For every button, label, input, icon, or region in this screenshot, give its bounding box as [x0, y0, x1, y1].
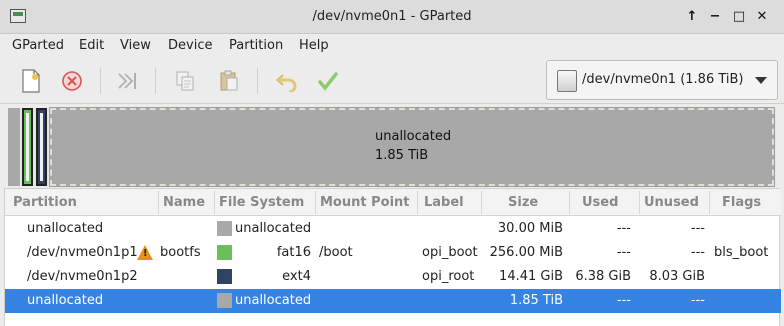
- apply-button[interactable]: [314, 67, 342, 95]
- device-selector[interactable]: /dev/nvme0n1 (1.86 TiB): [546, 60, 778, 100]
- apply-icon: [318, 72, 338, 91]
- diskmap-segment-unallocated-start[interactable]: [8, 108, 20, 186]
- menu-bar: GParted Edit View Device Partition Help: [0, 34, 784, 58]
- delete-partition-button[interactable]: [58, 67, 86, 95]
- harddisk-icon: [557, 70, 577, 92]
- undo-icon: [275, 74, 297, 92]
- close-button[interactable]: ✕: [753, 8, 771, 26]
- cell-unused: 8.03 GiB: [649, 269, 705, 284]
- menu-gparted[interactable]: GParted: [12, 38, 64, 53]
- paste-icon: [220, 70, 238, 91]
- cell-partition: unallocated: [27, 221, 104, 236]
- cell-size: 1.85 TiB: [509, 293, 563, 308]
- cell-file-system: unallocated: [235, 221, 312, 236]
- cell-used: ---: [616, 293, 631, 308]
- paste-button[interactable]: [215, 67, 243, 95]
- table-row-selected[interactable]: unallocated unallocated 1.85 TiB --- ---: [5, 289, 781, 313]
- minimize-button[interactable]: −: [706, 8, 724, 26]
- disk-map: unallocated 1.85 TiB: [8, 107, 776, 187]
- menu-view[interactable]: View: [120, 38, 151, 53]
- cell-size: 256.00 MiB: [489, 245, 563, 260]
- resize-move-icon: [118, 73, 136, 89]
- diskmap-segment-unallocated-end[interactable]: unallocated 1.85 TiB: [49, 107, 775, 187]
- column-partition[interactable]: Partition: [13, 195, 77, 210]
- table-header: Partition Name File System Mount Point L…: [5, 189, 781, 216]
- cell-name: bootfs: [160, 245, 201, 260]
- column-label[interactable]: Label: [424, 195, 464, 210]
- diskmap-segment-size: 1.85 TiB: [375, 148, 429, 163]
- new-icon: [22, 69, 40, 93]
- column-used[interactable]: Used: [582, 195, 618, 210]
- column-flags[interactable]: Flags: [722, 195, 761, 210]
- cell-unused: ---: [690, 293, 705, 308]
- column-unused[interactable]: Unused: [644, 195, 699, 210]
- fs-color-swatch: [217, 269, 232, 284]
- menu-edit[interactable]: Edit: [79, 38, 104, 53]
- menu-help[interactable]: Help: [299, 38, 329, 53]
- diskmap-segment-nvme0n1p2[interactable]: [36, 108, 47, 186]
- fs-color-swatch: [217, 221, 232, 236]
- cell-partition: unallocated: [27, 293, 104, 308]
- chevron-down-icon: [755, 77, 767, 84]
- cell-used: 6.38 GiB: [575, 269, 631, 284]
- copy-icon: [176, 71, 194, 91]
- column-name[interactable]: Name: [163, 195, 205, 210]
- table-row[interactable]: /dev/nvme0n1p2 ext4 opi_root 14.41 GiB 6…: [5, 265, 781, 289]
- fs-color-swatch: [217, 293, 232, 308]
- warning-icon: !: [137, 245, 153, 260]
- keep-above-button[interactable]: ↑: [683, 8, 701, 26]
- undo-button[interactable]: [272, 67, 300, 95]
- diskmap-segment-nvme0n1p1[interactable]: [22, 108, 33, 186]
- menu-device[interactable]: Device: [168, 38, 212, 53]
- copy-button[interactable]: [171, 67, 199, 95]
- title-bar: /dev/nvme0n1 - GParted ↑ − □ ✕: [0, 0, 784, 34]
- maximize-button[interactable]: □: [730, 8, 748, 26]
- fs-color-swatch: [217, 245, 232, 260]
- device-label: /dev/nvme0n1 (1.86 TiB): [582, 72, 744, 87]
- menu-partition[interactable]: Partition: [229, 38, 283, 53]
- cell-partition: /dev/nvme0n1p1: [27, 245, 138, 260]
- diskmap-segment-label: unallocated: [375, 129, 452, 144]
- column-mount-point[interactable]: Mount Point: [320, 195, 410, 210]
- cell-partition: /dev/nvme0n1p2: [27, 269, 138, 284]
- cell-flags: bls_boot: [714, 245, 769, 260]
- cell-label: opi_boot: [422, 245, 478, 260]
- column-file-system[interactable]: File System: [219, 195, 304, 210]
- cell-size: 14.41 GiB: [499, 269, 563, 284]
- cell-file-system: fat16: [276, 245, 311, 260]
- window-title: /dev/nvme0n1 - GParted: [312, 9, 472, 24]
- cell-label: opi_root: [422, 269, 475, 284]
- partition-table: Partition Name File System Mount Point L…: [4, 188, 781, 326]
- cell-file-system: ext4: [282, 269, 311, 284]
- table-row[interactable]: unallocated unallocated 30.00 MiB --- --…: [5, 217, 781, 241]
- cell-used: ---: [616, 221, 631, 236]
- cell-mount-point: /boot: [319, 245, 353, 260]
- cell-used: ---: [616, 245, 631, 260]
- resize-move-button[interactable]: [113, 67, 141, 95]
- cell-unused: ---: [690, 221, 705, 236]
- cell-size: 30.00 MiB: [497, 221, 563, 236]
- column-size[interactable]: Size: [508, 195, 538, 210]
- new-partition-button[interactable]: [17, 67, 45, 95]
- delete-icon: [62, 71, 82, 91]
- cell-unused: ---: [690, 245, 705, 260]
- table-row[interactable]: /dev/nvme0n1p1 ! bootfs fat16 /boot opi_…: [5, 241, 781, 265]
- cell-file-system: unallocated: [235, 293, 312, 308]
